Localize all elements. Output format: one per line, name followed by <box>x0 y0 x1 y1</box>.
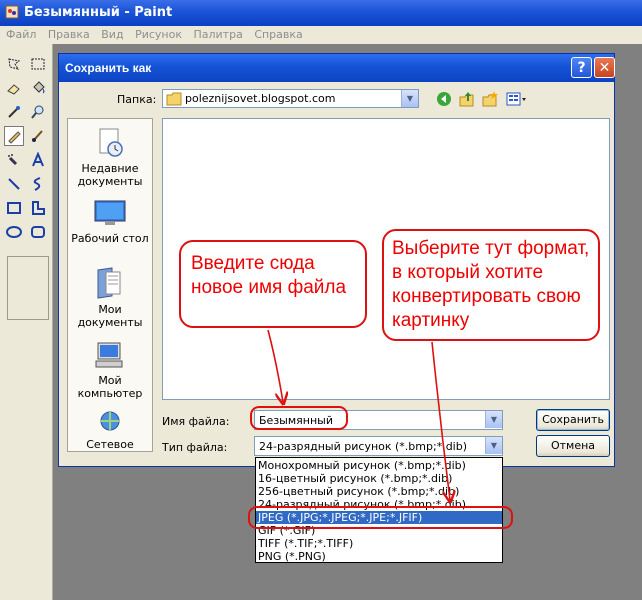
view-menu-icon[interactable] <box>506 91 528 107</box>
filetype-select[interactable]: 24-разрядный рисунок (*.bmp;*.dib) ▼ <box>254 436 503 456</box>
place-desktop[interactable]: Рабочий стол <box>68 199 152 245</box>
my-computer-icon <box>95 342 123 368</box>
dialog-titlebar: Сохранить как ? ✕ <box>59 54 615 82</box>
chevron-down-icon[interactable]: ▼ <box>401 90 418 107</box>
annotation-filename-callout: Введите сюда новое имя файла <box>179 240 367 328</box>
filetype-option[interactable]: 256-цветный рисунок (*.bmp;*.dib) <box>256 485 502 498</box>
menubar: Файл Правка Вид Рисунок Палитра Справка <box>0 26 642 44</box>
desktop-icon <box>94 200 126 225</box>
menu-file[interactable]: Файл <box>6 26 36 44</box>
free-select-icon[interactable] <box>4 54 24 74</box>
cancel-button[interactable]: Отмена <box>536 435 610 457</box>
folder-icon <box>166 92 182 106</box>
close-icon: ✕ <box>598 59 611 76</box>
annotation-filename-highlight <box>250 406 348 430</box>
close-button[interactable]: ✕ <box>594 57 615 78</box>
place-my-computer[interactable]: Мой компьютер <box>68 341 152 400</box>
chevron-down-icon[interactable]: ▼ <box>485 437 502 454</box>
recent-documents-icon <box>99 128 123 157</box>
menu-help[interactable]: Справка <box>254 26 302 44</box>
lookin-label: Папка: <box>117 93 157 106</box>
place-my-documents[interactable]: Мои документы <box>68 266 152 329</box>
filetype-option[interactable]: Монохромный рисунок (*.bmp;*.dib) <box>256 459 502 472</box>
back-icon[interactable] <box>435 91 453 107</box>
place-label: Недавние документы <box>77 162 143 188</box>
filetype-option[interactable]: PNG (*.PNG) <box>256 550 502 563</box>
place-network[interactable]: Сетевое <box>68 409 152 451</box>
color-picker-icon[interactable] <box>4 102 24 122</box>
fill-icon[interactable] <box>28 78 48 98</box>
menu-view[interactable]: Вид <box>101 26 123 44</box>
chevron-down-icon[interactable]: ▼ <box>485 411 502 428</box>
filetype-label: Тип файла: <box>162 441 228 454</box>
place-recent-documents[interactable]: Недавние документы <box>68 127 152 188</box>
pencil-icon[interactable] <box>4 126 24 146</box>
place-label: Мой компьютер <box>77 374 143 400</box>
places-bar: Недавние документы Рабочий стол Мои доку… <box>67 118 153 452</box>
menu-image[interactable]: Рисунок <box>135 26 182 44</box>
network-icon <box>100 411 120 431</box>
my-documents-icon <box>97 267 121 299</box>
menu-edit[interactable]: Правка <box>48 26 90 44</box>
tool-options-box[interactable] <box>7 256 49 320</box>
lookin-combo[interactable]: poleznijsovet.blogspot.com ▼ <box>162 89 419 108</box>
ellipse-icon[interactable] <box>4 222 24 242</box>
rectangle-icon[interactable] <box>4 198 24 218</box>
polygon-icon[interactable] <box>28 198 48 218</box>
filetype-value: 24-разрядный рисунок (*.bmp;*.dib) <box>259 440 468 453</box>
help-button[interactable]: ? <box>571 57 592 78</box>
paint-titlebar: Безымянный - Paint <box>0 0 642 26</box>
filename-label: Имя файла: <box>162 415 230 428</box>
up-folder-icon[interactable] <box>458 91 476 107</box>
paint-app-icon <box>5 5 19 19</box>
place-label: Рабочий стол <box>71 232 149 245</box>
brush-icon[interactable] <box>28 126 48 146</box>
text-icon[interactable] <box>28 150 48 170</box>
window-title: Безымянный - Paint <box>24 5 173 20</box>
magnifier-icon[interactable] <box>28 102 48 122</box>
annotation-jpeg-highlight <box>248 506 513 529</box>
rect-select-icon[interactable] <box>28 54 48 74</box>
curve-icon[interactable] <box>28 174 48 194</box>
dialog-title: Сохранить как <box>65 61 152 75</box>
filetype-option[interactable]: 16-цветный рисунок (*.bmp;*.dib) <box>256 472 502 485</box>
toolbox <box>0 44 53 600</box>
save-button[interactable]: Сохранить <box>536 409 610 431</box>
question-icon: ? <box>577 59 586 76</box>
menu-palette[interactable]: Палитра <box>193 26 242 44</box>
eraser-icon[interactable] <box>4 78 24 98</box>
annotation-format-callout: Выберите тут формат, в который хотите ко… <box>382 229 600 341</box>
lookin-value: poleznijsovet.blogspot.com <box>185 92 336 105</box>
place-label: Мои документы <box>77 303 143 329</box>
line-icon[interactable] <box>4 174 24 194</box>
airbrush-icon[interactable] <box>4 150 24 170</box>
filetype-option[interactable]: TIFF (*.TIF;*.TIFF) <box>256 537 502 550</box>
place-label: Сетевое <box>86 438 134 451</box>
new-folder-icon[interactable] <box>481 91 499 107</box>
rounded-rectangle-icon[interactable] <box>28 222 48 242</box>
